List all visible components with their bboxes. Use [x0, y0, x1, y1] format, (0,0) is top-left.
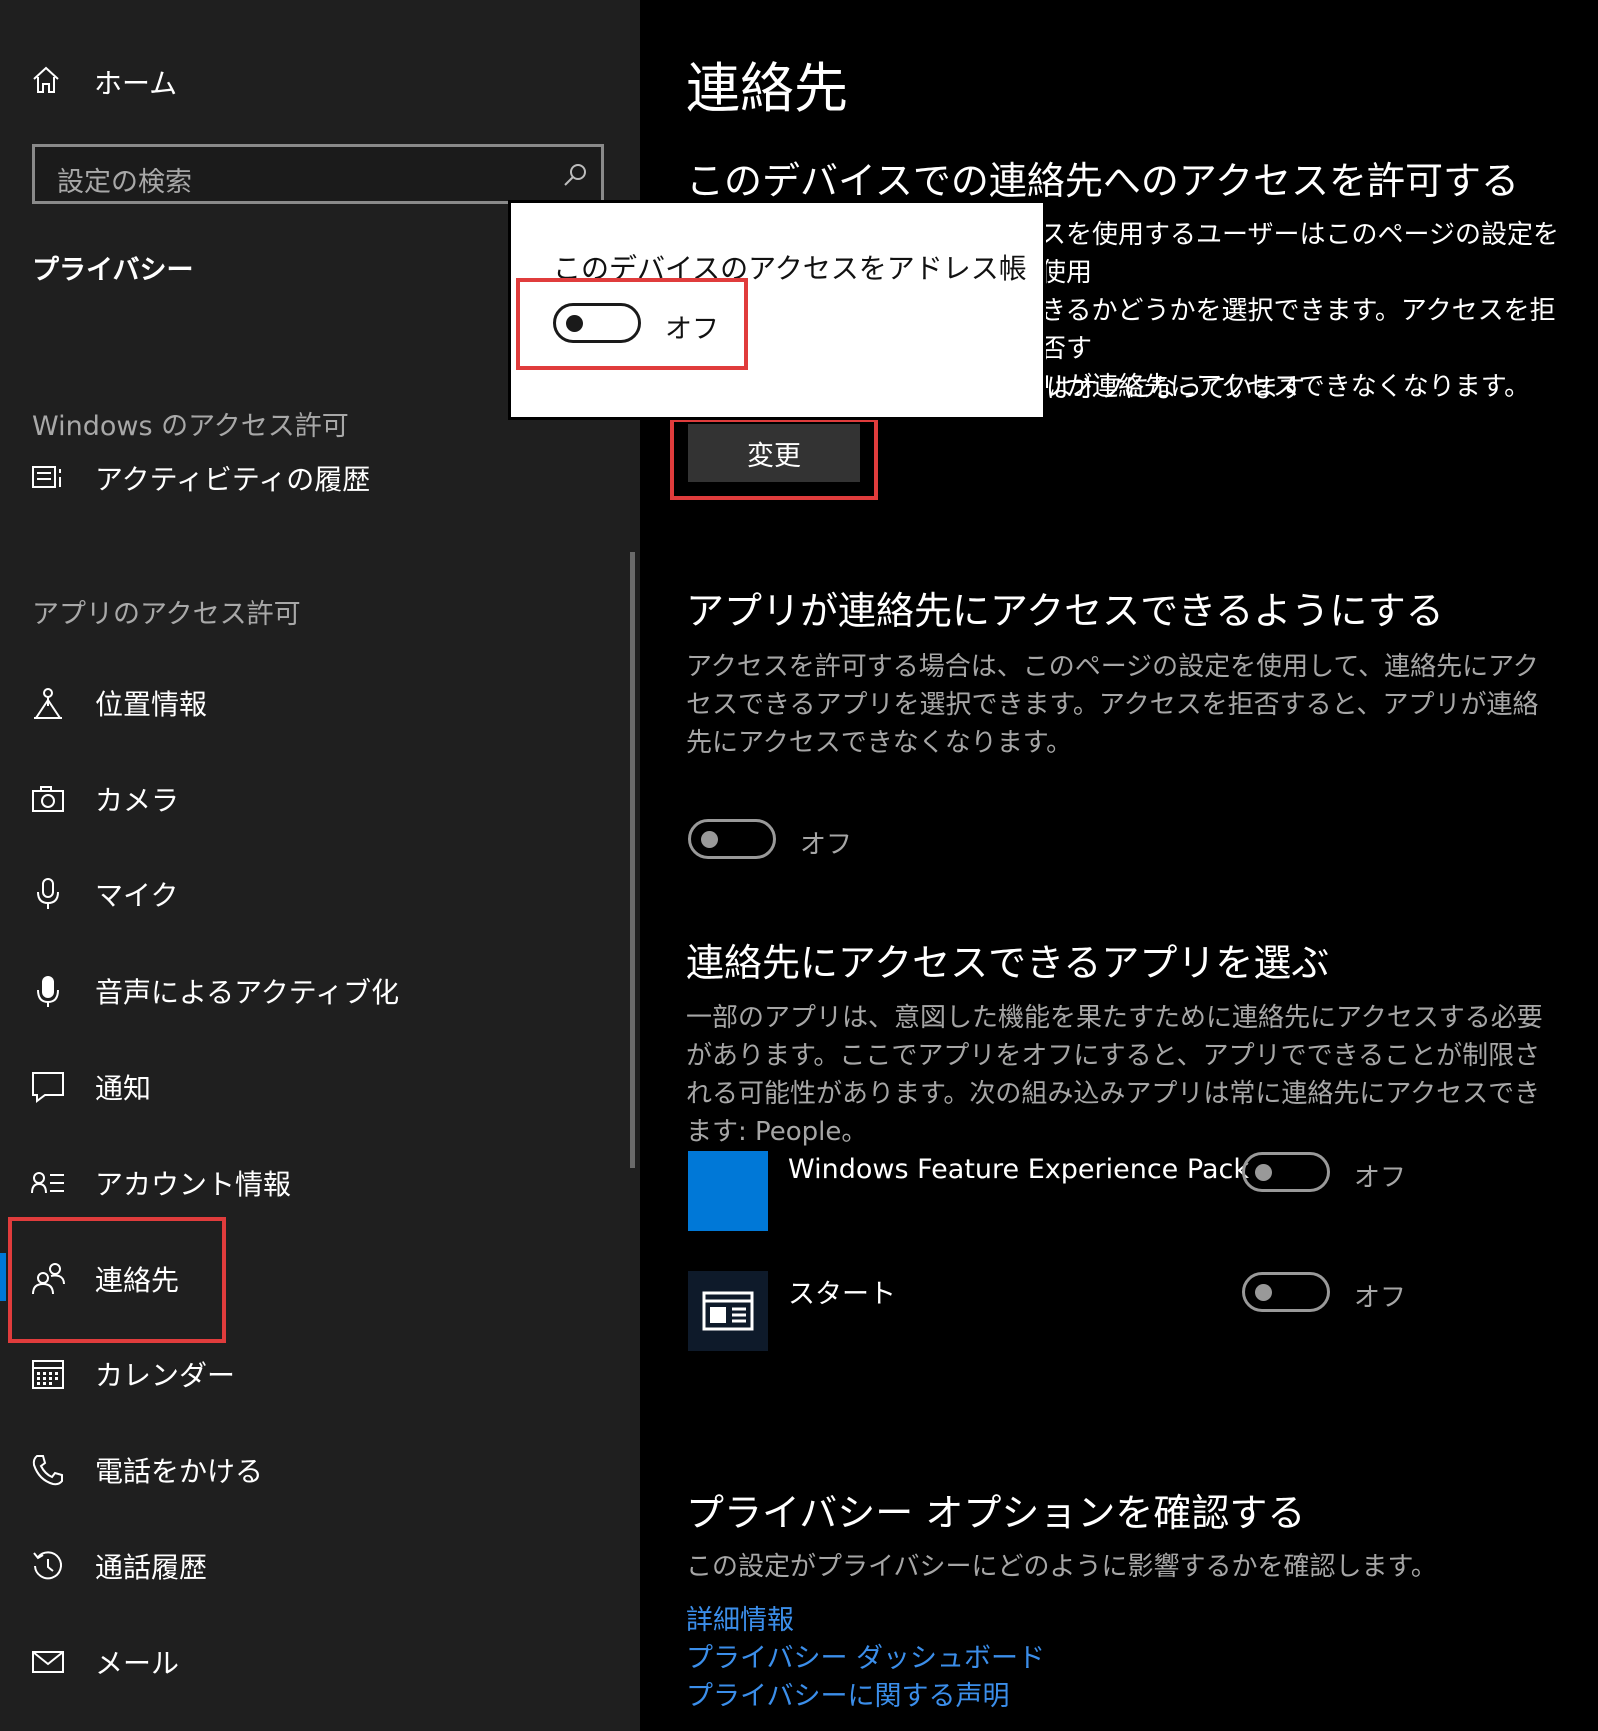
- sidebar-scrollbar[interactable]: [630, 552, 635, 1168]
- sidebar-item-label: アクティビティの履歴: [95, 463, 371, 496]
- sidebar-item-label: 音声によるアクティブ化: [95, 976, 400, 1009]
- search-placeholder: 設定の検索: [57, 167, 192, 198]
- sidebar-item-activity-history[interactable]: アクティビティの履歴: [0, 448, 560, 508]
- popup-toggle-highlight-box: [516, 278, 748, 370]
- app-name: スタート: [788, 1279, 896, 1310]
- sidebar-item-account-info[interactable]: アカウント情報: [0, 1153, 560, 1213]
- start-app-icon: [702, 1291, 754, 1331]
- sidebar-item-label: アカウント情報: [95, 1168, 292, 1201]
- sidebar-item-location[interactable]: 位置情報: [0, 673, 560, 733]
- choose-apps-description: 一部のアプリは、意図した機能を果たすために連絡先にアクセスする必要があります。こ…: [686, 1003, 1543, 1147]
- notification-icon: [30, 1067, 66, 1107]
- privacy-statement-link[interactable]: プライバシーに関する声明: [686, 1674, 1009, 1713]
- change-button-highlight-box: [670, 418, 878, 500]
- windows-feature-experience-pack-toggle[interactable]: [1242, 1152, 1330, 1192]
- app-access-heading: アプリが連絡先にアクセスできるようにする: [686, 589, 1444, 633]
- home-nav-item[interactable]: ホーム: [30, 60, 177, 104]
- call-history-icon: [30, 1546, 66, 1586]
- privacy-heading: プライバシー: [32, 255, 194, 286]
- app-name: Windows Feature Experience Pack: [788, 1154, 1249, 1185]
- page-title: 連絡先: [686, 57, 848, 120]
- sidebar-item-label: 通話履歴: [95, 1551, 208, 1584]
- sidebar-item-label: マイク: [95, 879, 179, 912]
- app-toggle-label: オフ: [1354, 1283, 1407, 1313]
- sidebar-item-microphone[interactable]: マイク: [0, 864, 560, 924]
- contacts-highlight-box: [8, 1217, 226, 1343]
- home-label: ホーム: [94, 67, 178, 100]
- choose-apps-heading: 連絡先にアクセスできるアプリを選ぶ: [686, 941, 1330, 985]
- app-access-toggle-label: オフ: [800, 830, 853, 860]
- sidebar-item-label: 通知: [95, 1072, 152, 1105]
- toggle-knob: [1255, 1284, 1272, 1301]
- activity-history-icon: [30, 458, 66, 498]
- privacy-options-heading: プライバシー オプションを確認する: [686, 1491, 1306, 1535]
- phone-icon: [30, 1450, 66, 1490]
- mail-icon: [30, 1642, 66, 1682]
- camera-icon: [30, 779, 66, 819]
- account-info-icon: [30, 1163, 66, 1203]
- home-icon: [30, 64, 62, 100]
- start-app-toggle[interactable]: [1242, 1272, 1330, 1312]
- app-access-description: アクセスを許可する場合は、このページの設定を使用して、連絡先にアクセスできるアプ…: [686, 652, 1539, 758]
- sidebar-item-call-history[interactable]: 通話履歴: [0, 1536, 560, 1596]
- location-icon: [30, 683, 66, 723]
- app-permissions-label: アプリのアクセス許可: [32, 599, 301, 630]
- sidebar-item-label: メール: [95, 1647, 180, 1680]
- start-app-tile: [688, 1271, 768, 1351]
- privacy-options-description: この設定がプライバシーにどのように影響するかを確認します。: [686, 1552, 1437, 1582]
- settings-search-input[interactable]: 設定の検索: [32, 144, 604, 204]
- sidebar-item-label: 電話をかける: [95, 1455, 264, 1488]
- microphone-icon: [30, 874, 66, 914]
- sidebar-item-label: 位置情報: [95, 688, 208, 721]
- toggle-knob: [701, 831, 718, 848]
- sidebar-item-voice-activation[interactable]: 音声によるアクティブ化: [0, 961, 560, 1021]
- learn-more-link[interactable]: 詳細情報: [686, 1598, 794, 1637]
- device-access-heading: このデバイスでの連絡先へのアクセスを許可する: [686, 159, 1519, 203]
- app-access-toggle[interactable]: [688, 819, 776, 859]
- calendar-icon: [30, 1354, 66, 1394]
- toggle-knob: [1255, 1164, 1272, 1181]
- sidebar-item-camera[interactable]: カメラ: [0, 769, 560, 829]
- settings-window: ホーム 設定の検索 プライバシー Windows のアクセス許可 アクティビティ…: [0, 0, 1598, 1731]
- app-toggle-label: オフ: [1354, 1163, 1407, 1193]
- sidebar-item-calendar[interactable]: カレンダー: [0, 1344, 560, 1404]
- windows-feature-experience-pack-tile: [688, 1151, 768, 1231]
- sidebar-item-notifications[interactable]: 通知: [0, 1057, 560, 1117]
- sidebar-item-phone-calls[interactable]: 電話をかける: [0, 1440, 560, 1500]
- sidebar-item-label: カメラ: [95, 784, 180, 817]
- search-icon[interactable]: [561, 161, 589, 193]
- windows-permissions-label: Windows のアクセス許可: [32, 411, 349, 442]
- voice-activation-icon: [30, 971, 66, 1011]
- device-access-status: はオフになっています: [1046, 374, 1305, 404]
- sidebar-item-label: カレンダー: [95, 1359, 236, 1392]
- sidebar-item-mail[interactable]: メール: [0, 1632, 560, 1692]
- privacy-dashboard-link[interactable]: プライバシー ダッシュボード: [686, 1636, 1045, 1675]
